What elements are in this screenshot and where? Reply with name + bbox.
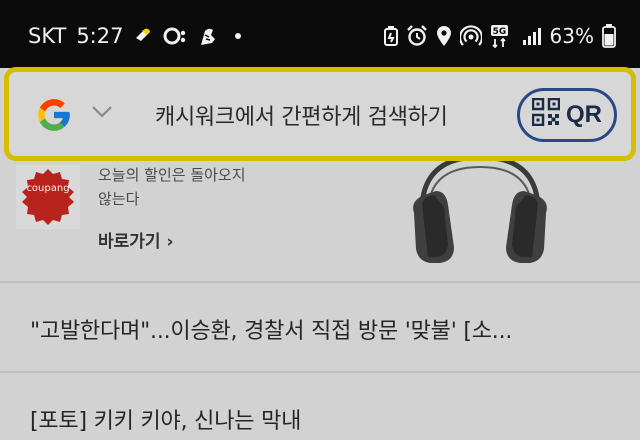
- chat-bubble-icon: [133, 24, 153, 48]
- battery-percent: 63%: [549, 24, 594, 48]
- news-item[interactable]: [포토] 키키 키야, 신나는 막내: [30, 403, 301, 435]
- hotspot-icon: [459, 24, 482, 48]
- ad-go-link[interactable]: 바로가기 ›: [98, 227, 173, 252]
- headphones-product-image: [400, 154, 560, 271]
- status-bar-right: 5G 63%: [383, 24, 616, 48]
- alarm-icon: [406, 24, 428, 48]
- search-input[interactable]: 캐시워크에서 간편하게 검색하기: [155, 99, 448, 131]
- signal-icon: [522, 24, 542, 48]
- chevron-down-icon[interactable]: [91, 104, 113, 123]
- search-bar[interactable]: 캐시워크에서 간편하게 검색하기 QR: [4, 67, 636, 161]
- ad-line-1: 오늘의 할인은 돌아오지: [98, 166, 246, 184]
- coupang-logo: coupang: [16, 165, 80, 229]
- shoe-icon: [197, 24, 219, 48]
- qr-label: QR: [566, 101, 602, 128]
- news-item[interactable]: "고발한다며"...이승환, 경찰서 직접 방문 '맞불' [소...: [30, 313, 512, 345]
- battery-icon: [602, 24, 616, 48]
- google-g-icon[interactable]: [35, 96, 73, 138]
- svg-text:5G: 5G: [492, 27, 506, 37]
- qr-scan-button[interactable]: QR: [517, 88, 617, 142]
- face-icon: [163, 24, 187, 48]
- notification-dot: [235, 33, 242, 39]
- divider: [0, 371, 640, 373]
- network-5g-icon: 5G: [490, 24, 514, 48]
- battery-saver-icon: [383, 24, 398, 48]
- carrier-label: SKT: [28, 24, 67, 48]
- clock: 5:27: [76, 24, 124, 48]
- ad-description: 오늘의 할인은 돌아오지 않는다: [98, 163, 246, 211]
- status-bar: SKT 5:27 5G 63%: [0, 0, 640, 68]
- location-icon: [436, 24, 452, 48]
- qr-code-icon: [531, 97, 561, 133]
- svg-text:coupang: coupang: [26, 183, 69, 194]
- ad-line-2: 않는다: [98, 190, 140, 208]
- divider: [0, 281, 640, 283]
- ad-banner[interactable]: coupang 오늘의 할인은 돌아오지 않는다 바로가기 ›: [0, 154, 640, 281]
- status-bar-left: SKT 5:27: [28, 24, 242, 48]
